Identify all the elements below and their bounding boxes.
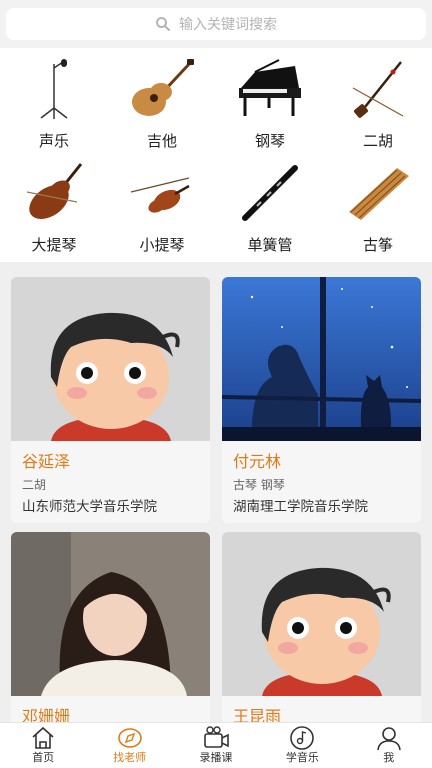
tab-label: 首页 bbox=[32, 751, 55, 764]
search-icon bbox=[156, 17, 170, 31]
microphone-icon bbox=[40, 59, 68, 119]
category-guitar[interactable]: 吉他 bbox=[108, 54, 216, 158]
category-piano[interactable]: 钢琴 bbox=[216, 54, 324, 158]
erhu-icon bbox=[352, 61, 404, 118]
teacher-card[interactable]: 谷延泽 二胡 山东师范大学音乐学院 bbox=[11, 277, 210, 523]
music-disc-icon bbox=[290, 726, 315, 750]
video-camera-icon bbox=[204, 726, 229, 748]
teacher-avatar bbox=[222, 532, 421, 696]
instrument-category-grid: 声乐 吉他 钢琴 二胡 大提琴 小提琴 单簧管 古筝 bbox=[0, 48, 432, 262]
tab-recorded-courses[interactable]: 录播课 bbox=[173, 723, 259, 768]
user-icon bbox=[377, 727, 401, 751]
search-input[interactable]: 输入关键词搜索 bbox=[6, 8, 426, 40]
teacher-school: 湖南理工学院音乐学院 bbox=[233, 499, 368, 515]
teacher-school: 山东师范大学音乐学院 bbox=[22, 499, 157, 515]
category-label: 单簧管 bbox=[247, 236, 293, 254]
clarinet-icon bbox=[242, 165, 298, 221]
category-erhu[interactable]: 二胡 bbox=[324, 54, 432, 158]
category-cello[interactable]: 大提琴 bbox=[0, 158, 108, 262]
home-icon bbox=[32, 726, 54, 749]
teacher-avatar bbox=[222, 277, 421, 441]
cello-icon bbox=[26, 163, 83, 220]
category-vocal[interactable]: 声乐 bbox=[0, 54, 108, 158]
tab-home[interactable]: 首页 bbox=[0, 723, 86, 768]
category-label: 古筝 bbox=[362, 236, 393, 254]
category-violin[interactable]: 小提琴 bbox=[108, 158, 216, 262]
portrait-photo-image bbox=[11, 532, 210, 696]
category-label: 钢琴 bbox=[254, 132, 285, 150]
tab-learn-music[interactable]: 学音乐 bbox=[259, 723, 345, 768]
category-label: 二胡 bbox=[362, 132, 393, 150]
compass-icon bbox=[117, 728, 142, 748]
search-placeholder: 输入关键词搜索 bbox=[179, 17, 277, 33]
category-label: 小提琴 bbox=[139, 236, 185, 254]
tab-me[interactable]: 我 bbox=[346, 723, 432, 768]
tab-label: 录播课 bbox=[199, 751, 233, 764]
teacher-card[interactable]: 付元林 古琴 钢琴 湖南理工学院音乐学院 bbox=[222, 277, 421, 523]
tab-find-teacher[interactable]: 找老师 bbox=[86, 723, 172, 768]
teacher-name: 谷延泽 bbox=[22, 452, 71, 471]
teacher-list: 谷延泽 二胡 山东师范大学音乐学院 付元林 古琴 钢琴 湖南理工学院音乐学院 邓… bbox=[0, 262, 432, 768]
guitar-icon bbox=[132, 59, 194, 116]
category-clarinet[interactable]: 单簧管 bbox=[216, 158, 324, 262]
teacher-avatar bbox=[11, 277, 210, 441]
teacher-finder-page: 输入关键词搜索 声乐 吉他 钢琴 二胡 大提琴 小提琴 单簧管 古筝 谷延泽 二… bbox=[0, 0, 432, 768]
guzheng-icon bbox=[349, 168, 409, 220]
teacher-instruments: 二胡 bbox=[22, 478, 47, 492]
cartoon-avatar-image bbox=[11, 277, 210, 441]
teacher-instruments: 古琴 钢琴 bbox=[233, 478, 285, 492]
tab-label: 学音乐 bbox=[285, 751, 319, 764]
cartoon-avatar-image bbox=[222, 532, 421, 696]
bottom-tab-bar: 首页 找老师 录播课 学音乐 我 bbox=[0, 722, 432, 768]
category-label: 大提琴 bbox=[31, 236, 77, 254]
tab-label: 找老师 bbox=[113, 751, 147, 764]
teacher-avatar bbox=[11, 532, 210, 696]
category-label: 声乐 bbox=[38, 132, 69, 150]
tab-label: 我 bbox=[383, 751, 395, 764]
search-bar-container: 输入关键词搜索 bbox=[0, 0, 432, 48]
piano-icon bbox=[239, 59, 301, 116]
night-scene-image bbox=[222, 277, 421, 441]
teacher-name: 付元林 bbox=[233, 452, 282, 471]
violin-icon bbox=[130, 177, 190, 213]
category-label: 吉他 bbox=[146, 132, 177, 150]
category-guzheng[interactable]: 古筝 bbox=[324, 158, 432, 262]
